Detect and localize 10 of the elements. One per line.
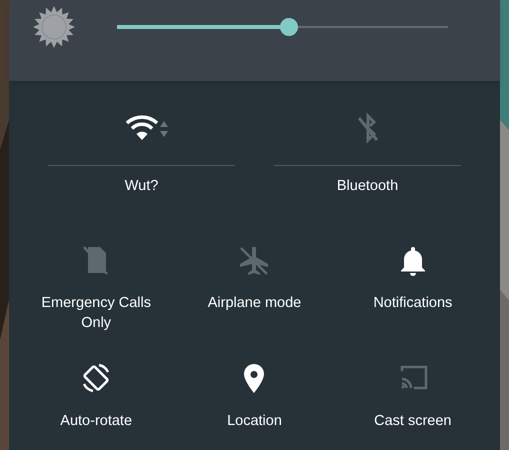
brightness-icon	[33, 6, 75, 48]
brightness-slider[interactable]	[117, 18, 448, 36]
tile-label[interactable]: Cast screen	[348, 411, 478, 431]
tile-label[interactable]: Emergency Calls Only	[31, 293, 162, 333]
tile-label[interactable]: Wut?	[124, 176, 158, 196]
tile-label[interactable]: Airplane mode	[189, 293, 320, 313]
tile-label[interactable]: Location	[189, 411, 320, 431]
tile-label[interactable]: Auto-rotate	[31, 411, 162, 431]
tile-label[interactable]: Notifications	[348, 293, 478, 313]
tile-label[interactable]: Bluetooth	[336, 176, 398, 196]
